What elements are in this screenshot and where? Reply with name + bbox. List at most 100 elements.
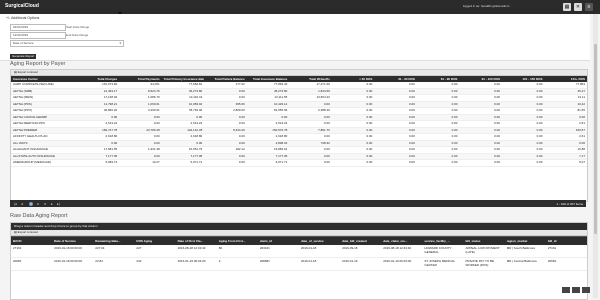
table-cell: 0.00 <box>494 140 500 145</box>
table-cell: 2016-01-19 <box>342 259 358 263</box>
app-logo[interactable]: SurgicalCloud <box>5 3 39 9</box>
tray-icon-2[interactable] <box>572 287 580 293</box>
table-cell: 150,576.78 <box>272 127 288 132</box>
close-icon[interactable]: ✕ <box>574 3 582 11</box>
table-cell: 2016-01-19 06:04:00 <box>383 259 412 263</box>
menu-icon[interactable]: ≡ <box>585 3 593 11</box>
table-cell: 0.00 <box>536 134 543 138</box>
start-date-label: Start Date Range <box>66 25 90 29</box>
table-cell: 0.00 <box>409 153 415 158</box>
table-cell: 0.00 <box>153 153 160 158</box>
table-cell: 0.00 <box>579 140 586 145</box>
tray-icon-3[interactable] <box>582 287 590 293</box>
table-cell: 0.00 <box>366 147 373 151</box>
column-header[interactable]: date_of_service <box>299 237 340 245</box>
table-cell: 365.66 <box>235 101 245 106</box>
table-cell: 12,463.17 <box>103 88 118 93</box>
table-cell: PRIVATE PAY TO BE WORKED (DOS) <box>465 259 495 267</box>
column-header[interactable]: claim_id <box>258 237 299 245</box>
table-cell: 7,891.70 <box>318 127 330 132</box>
table-cell: 0.00 <box>238 140 245 145</box>
pager-info: 1 - 100 of 207 items <box>556 201 583 206</box>
table-row[interactable]: 27161 2016-01-18 00:00:00 227.64 227 2016-08… <box>11 245 587 258</box>
next-page-icon[interactable]: ▸ <box>51 202 53 206</box>
table-cell: 20681 <box>13 259 22 263</box>
table-cell: 77,863.43 <box>273 82 288 86</box>
table-cell: 13,116.43 <box>189 95 203 99</box>
page-1[interactable]: 1 <box>29 201 33 206</box>
table-cell: 2016-01-18 00:00:00 <box>54 259 82 263</box>
column-header[interactable]: DOS Aging <box>134 237 175 245</box>
page-2[interactable]: 2 <box>36 202 40 206</box>
table-cell: 27161 <box>13 246 22 250</box>
page-3[interactable]: 3 <box>43 202 47 206</box>
table-cell: 81,55 <box>577 108 586 112</box>
table-cell: 2,618.80 <box>275 134 288 138</box>
raw-grid: Drag a column header and drop it here to… <box>10 222 588 300</box>
table-cell: 2016-01-18 <box>300 246 317 250</box>
table-cell: 0.00 <box>536 127 543 132</box>
table-cell: 0.00 <box>451 88 458 93</box>
table-cell: 0.00 <box>494 134 500 138</box>
start-date-input[interactable]: 01/01/2019 <box>10 24 66 31</box>
column-header[interactable]: Bill ID <box>11 237 52 245</box>
column-header[interactable]: date_claim_cre... <box>381 237 422 245</box>
table-cell: 0.00 <box>536 153 543 158</box>
scrollbar-thumb[interactable] <box>594 44 597 234</box>
table-cell: 0.00 <box>153 121 160 125</box>
table-cell: 0.00 <box>153 140 160 145</box>
top-bar: SurgicalCloud logged in as: heraldbi glo… <box>0 0 600 14</box>
table-cell: 0.00 <box>111 114 118 119</box>
table-cell: 0.00 <box>153 114 160 119</box>
table-cell: 3,400.01 <box>148 108 160 112</box>
column-header[interactable]: service_facility_... <box>422 237 463 245</box>
table-cell: 0.00 <box>366 95 373 99</box>
column-header[interactable]: bill_status <box>464 237 505 245</box>
table-row[interactable]: AMERIGROUP (MEDICAID) 5,069.74 13.27 5,071.… <box>11 160 587 167</box>
page-scrollbar[interactable] <box>593 14 598 298</box>
table-cell: 0.00 <box>323 134 330 138</box>
date-type-select[interactable]: Date of Service ▾ <box>10 40 124 47</box>
table-cell: 0.00 <box>366 82 373 86</box>
table-cell: 2,618.80 <box>190 134 203 138</box>
column-header[interactable]: date_bill_created <box>340 237 381 245</box>
table-cell: 0.00 <box>366 153 373 158</box>
column-header[interactable]: region_market <box>505 237 546 245</box>
table-cell: 182,747.78 <box>102 127 118 132</box>
column-header[interactable]: Date of Service <box>52 237 93 245</box>
table-cell: 94,051 <box>150 82 160 86</box>
table-cell: 1,931.38 <box>148 147 160 151</box>
first-page-icon[interactable]: |◂ <box>14 202 17 206</box>
generate-report-button[interactable]: Generate Report <box>10 54 37 59</box>
table-cell: 13,111.55 <box>274 95 288 99</box>
table-cell: 77,863 <box>575 82 586 86</box>
table-cell: HOWARD COUNTY GENERAL <box>424 246 452 254</box>
table-row[interactable]: 20681 2016-01-18 00:00:00 22.84 232 2016-01-… <box>11 258 587 271</box>
table-cell: 2 <box>218 259 221 263</box>
table-cell: 22.84 <box>95 259 103 263</box>
table-cell: 0.00 <box>196 114 203 119</box>
table-cell: 0.00 <box>494 88 500 93</box>
table-cell: 0.00 <box>579 114 586 119</box>
user-label: logged in as: heraldbi global admin <box>463 4 510 8</box>
group-drop-zone[interactable]: Drag a column header and drop it here to… <box>11 223 587 230</box>
table-cell: 0.00 <box>366 160 373 164</box>
column-header[interactable]: Aging From First... <box>217 237 258 245</box>
table-cell: 0.00 <box>366 114 373 119</box>
table-cell: 0.00 <box>409 140 415 145</box>
column-header[interactable]: Date of First Cla... <box>176 237 217 245</box>
table-cell: 11,798.21 <box>104 101 118 106</box>
table-cell: ST JOSEPH MEDICAL CENTER <box>424 259 456 267</box>
last-page-icon[interactable]: ▸| <box>57 202 60 206</box>
prev-page-icon[interactable]: ◂ <box>21 202 23 206</box>
table-cell: 0.00 <box>238 88 245 93</box>
table-cell: 0.00 <box>451 108 458 112</box>
tray-icon-1[interactable] <box>562 287 570 293</box>
column-header[interactable]: bill_id <box>546 237 587 245</box>
end-date-input[interactable]: 12/31/2019 <box>10 32 66 39</box>
additional-options-toggle[interactable]: +/- Additional Options <box>6 16 39 20</box>
grid-icon[interactable]: ▦ <box>563 3 571 11</box>
column-header[interactable]: Remaining Bala... <box>93 237 134 245</box>
table-cell: AETNA PREMIER <box>13 127 38 132</box>
table-cell: 7,17 <box>579 153 586 158</box>
